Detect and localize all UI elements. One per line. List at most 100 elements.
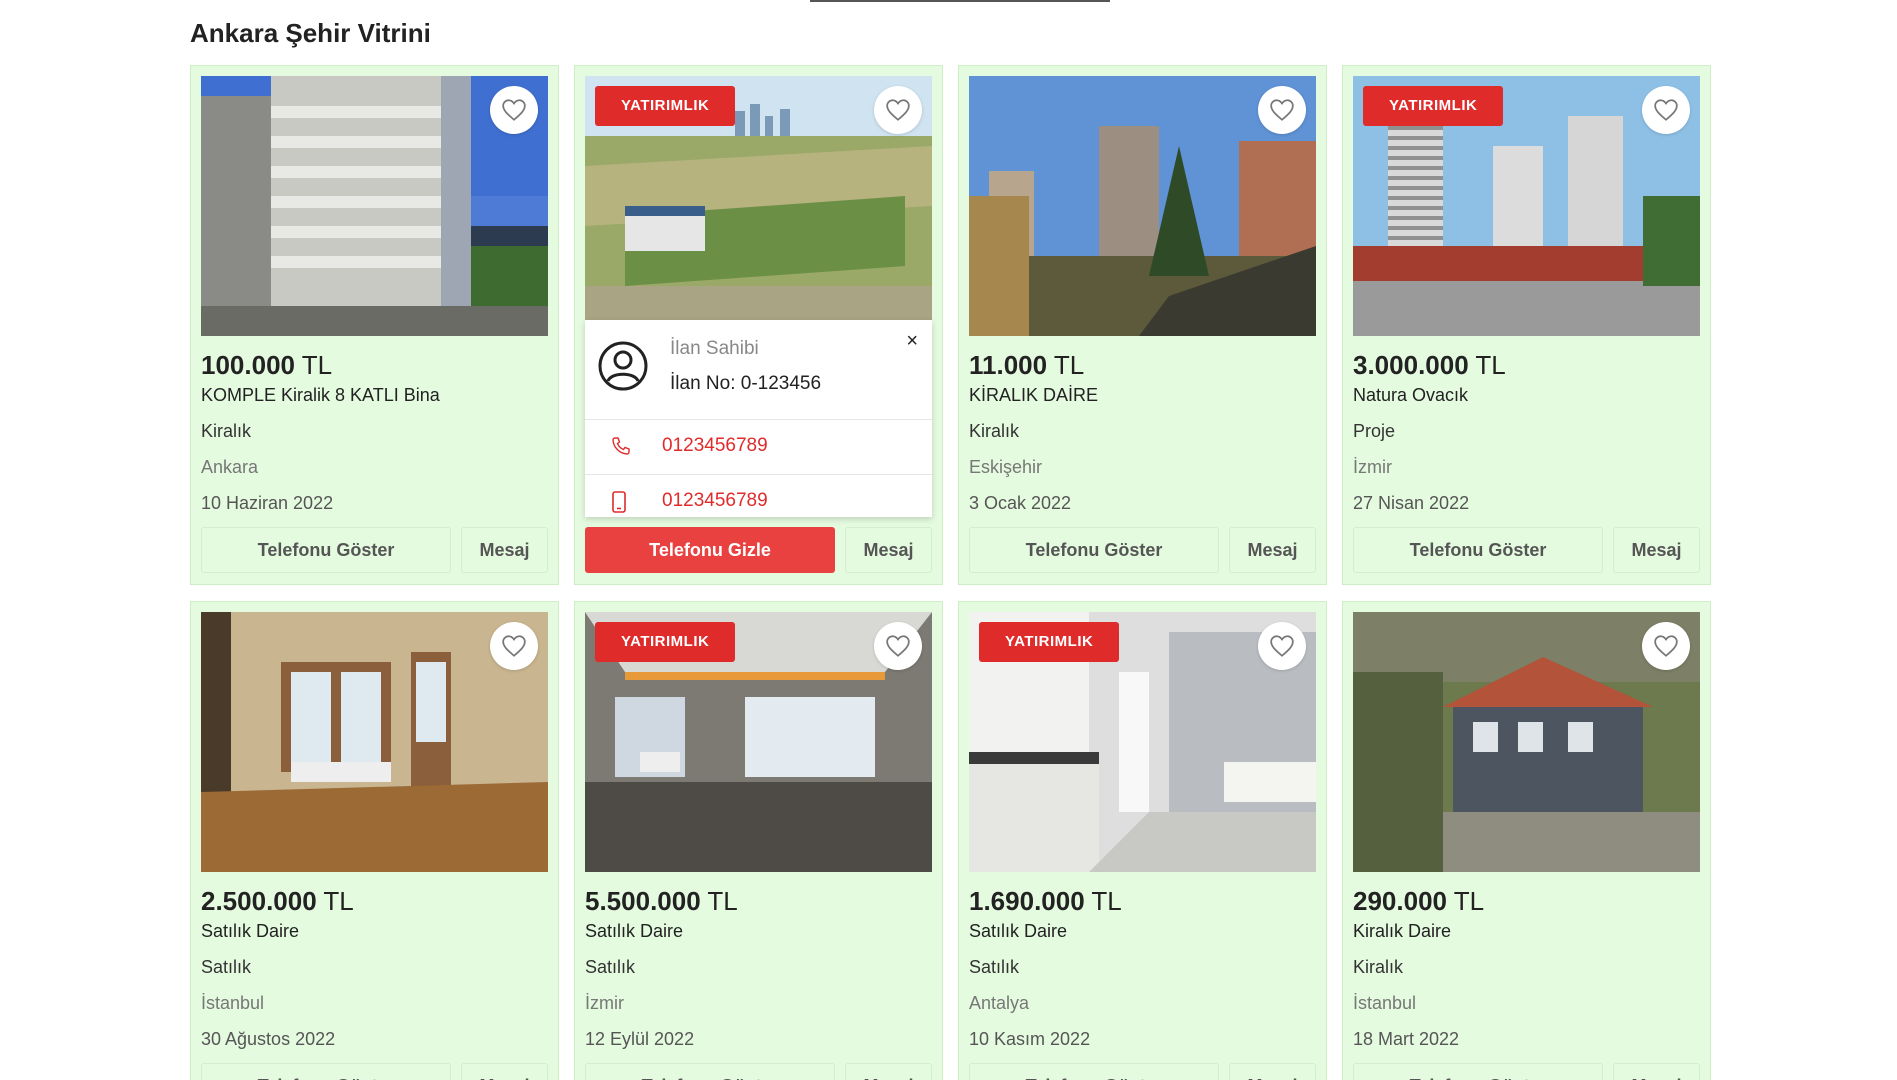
message-button[interactable]: Mesaj: [1613, 527, 1700, 573]
listing-price: 11.000 TL: [969, 350, 1316, 381]
price-currency: TL: [316, 886, 354, 916]
listing-date: 18 Mart 2022: [1353, 1029, 1460, 1049]
phone-row[interactable]: 0123456789: [585, 420, 932, 475]
show-phone-button[interactable]: Telefonu Göster: [585, 1063, 835, 1080]
listing-title[interactable]: Kiralık Daire: [1353, 921, 1700, 942]
heart-icon: [1654, 99, 1678, 121]
listing-card[interactable]: YATIRIMLIK 5.500.000 TL Satılık Daire Sa…: [574, 601, 943, 1080]
listing-date: 12 Eylül 2022: [585, 1029, 695, 1049]
show-phone-button[interactable]: Telefonu Göster: [1353, 1063, 1603, 1080]
section-title-city: Ankara: [190, 18, 279, 48]
favorite-button[interactable]: [874, 86, 922, 134]
mobile-number[interactable]: 0123456789: [662, 490, 768, 512]
listing-title[interactable]: Satılık Daire: [201, 921, 548, 942]
phone-icon: [612, 437, 630, 455]
listing-type: Satılık: [585, 957, 636, 977]
listing-price: 2.500.000 TL: [201, 886, 548, 917]
listing-photo[interactable]: [201, 76, 548, 336]
listing-card[interactable]: YATIRIMLIK 3.000.000 TL Natura Ovacık Pr…: [1342, 65, 1711, 585]
listing-photo[interactable]: YATIRIMLIK: [1353, 76, 1700, 336]
heart-icon: [1654, 635, 1678, 657]
favorite-button[interactable]: [1258, 622, 1306, 670]
message-button[interactable]: Mesaj: [461, 527, 548, 573]
show-phone-button[interactable]: Telefonu Göster: [969, 1063, 1219, 1080]
listing-photo[interactable]: YATIRIMLIK: [969, 612, 1316, 872]
show-phone-button[interactable]: Telefonu Göster: [201, 1063, 451, 1080]
listing-photo[interactable]: [1353, 612, 1700, 872]
listing-grid: 100.000 TL KOMPLE Kiralik 8 KATLI Bina K…: [190, 65, 1711, 1080]
message-button[interactable]: Mesaj: [1229, 1063, 1316, 1080]
listing-date: 30 Ağustos 2022: [201, 1029, 336, 1049]
listing-type: Kiralık: [1353, 957, 1404, 977]
listing-number: İlan No: 0-123456: [670, 373, 822, 394]
header-divider: [810, 0, 1110, 2]
user-circle-icon: [598, 341, 648, 391]
heart-icon: [886, 635, 910, 657]
favorite-button[interactable]: [490, 86, 538, 134]
favorite-button[interactable]: [490, 622, 538, 670]
card-actions: Telefonu Göster Mesaj: [969, 527, 1316, 573]
listing-title[interactable]: KİRALIK DAİRE: [969, 385, 1316, 406]
message-button[interactable]: Mesaj: [1613, 1063, 1700, 1080]
price-amount: 100.000: [201, 350, 295, 380]
listing-title[interactable]: KOMPLE Kiralik 8 KATLI Bina: [201, 385, 548, 406]
listing-card[interactable]: 100.000 TL KOMPLE Kiralik 8 KATLI Bina K…: [190, 65, 559, 585]
card-actions: Telefonu Göster Mesaj: [1353, 1063, 1700, 1080]
hide-phone-button[interactable]: Telefonu Gizle: [585, 527, 835, 573]
heart-icon: [502, 635, 526, 657]
heart-icon: [1270, 99, 1294, 121]
listing-price: 290.000 TL: [1353, 886, 1700, 917]
listing-city: Antalya: [969, 993, 1030, 1013]
listing-city: İstanbul: [201, 993, 265, 1013]
price-amount: 11.000: [969, 350, 1048, 380]
heart-icon: [1270, 635, 1294, 657]
listing-photo[interactable]: YATIRIMLIK: [585, 612, 932, 872]
listing-type: Proje: [1353, 421, 1396, 441]
price-currency: TL: [1047, 350, 1085, 380]
heart-icon: [502, 99, 526, 121]
card-actions: Telefonu Göster Mesaj: [1353, 527, 1700, 573]
investment-badge: YATIRIMLIK: [1363, 86, 1504, 126]
listing-card[interactable]: 290.000 TL Kiralık Daire Kiralık İstanbu…: [1342, 601, 1711, 1080]
heart-icon: [886, 99, 910, 121]
listing-photo[interactable]: [969, 76, 1316, 336]
listing-city: Eskişehir: [969, 457, 1043, 477]
section-title-rest: Şehir Vitrini: [278, 18, 431, 48]
listing-title[interactable]: Satılık Daire: [585, 921, 932, 942]
listing-price: 3.000.000 TL: [1353, 350, 1700, 381]
show-phone-button[interactable]: Telefonu Göster: [969, 527, 1219, 573]
listing-title[interactable]: Satılık Daire: [969, 921, 1316, 942]
price-currency: TL: [1446, 886, 1485, 916]
listing-date: 10 Kasım 2022: [969, 1029, 1091, 1049]
listing-card[interactable]: YATIRIMLIK 1.690.000 TL Satılık Daire Sa…: [958, 601, 1327, 1080]
listing-city: İzmir: [585, 993, 624, 1013]
favorite-button[interactable]: [1258, 86, 1306, 134]
listing-title[interactable]: Natura Ovacık: [1353, 385, 1700, 406]
message-button[interactable]: Mesaj: [461, 1063, 548, 1080]
contact-popup: İlan Sahibi İlan No: 0-123456 × 01234567…: [585, 320, 932, 517]
listing-type: Satılık: [969, 957, 1020, 977]
favorite-button[interactable]: [1642, 86, 1690, 134]
message-button[interactable]: Mesaj: [845, 527, 932, 573]
card-actions: Telefonu Göster Mesaj: [201, 1063, 548, 1080]
show-phone-button[interactable]: Telefonu Göster: [201, 527, 451, 573]
mobile-row[interactable]: 0123456789: [585, 475, 932, 530]
listing-city: Ankara: [201, 457, 259, 477]
listing-photo[interactable]: YATIRIMLIK: [585, 76, 932, 336]
message-button[interactable]: Mesaj: [845, 1063, 932, 1080]
listing-card[interactable]: 2.500.000 TL Satılık Daire Satılık İstan…: [190, 601, 559, 1080]
show-phone-button[interactable]: Telefonu Göster: [1353, 527, 1603, 573]
listing-price: 100.000 TL: [201, 350, 548, 381]
listing-card[interactable]: YATIRIMLIK İlan Sahibi İlan No: 0-123456…: [574, 65, 943, 585]
investment-badge: YATIRIMLIK: [979, 622, 1120, 662]
close-icon[interactable]: ×: [906, 330, 918, 353]
listing-price: 5.500.000 TL: [585, 886, 932, 917]
listing-date: 3 Ocak 2022: [969, 493, 1072, 513]
favorite-button[interactable]: [874, 622, 922, 670]
message-button[interactable]: Mesaj: [1229, 527, 1316, 573]
phone-number[interactable]: 0123456789: [662, 435, 768, 457]
price-currency: TL: [700, 886, 738, 916]
listing-card[interactable]: 11.000 TL KİRALIK DAİRE Kiralık Eskişehi…: [958, 65, 1327, 585]
listing-photo[interactable]: [201, 612, 548, 872]
favorite-button[interactable]: [1642, 622, 1690, 670]
